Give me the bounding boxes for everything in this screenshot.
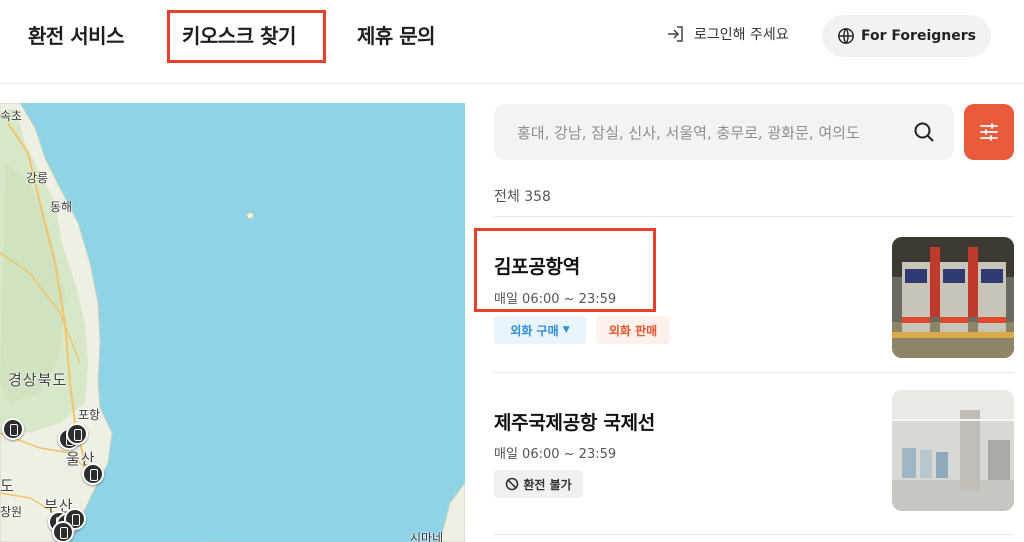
kiosk-photo-image	[892, 390, 1014, 511]
nav-partnership[interactable]: 제휴 문의	[357, 20, 436, 49]
map-label-do: 도	[0, 477, 15, 495]
map-label-gangneung: 강릉	[26, 171, 49, 185]
globe-icon	[838, 28, 854, 44]
tag-unavailable-label: 환전 불가	[523, 477, 572, 492]
filter-sliders-icon	[980, 123, 998, 141]
tag-buy-label: 외화 구매	[510, 323, 559, 338]
list-divider	[494, 534, 1014, 535]
search-icon[interactable]	[912, 120, 936, 144]
map-label-pohang: 포항	[78, 408, 101, 422]
tag-buy-foreign[interactable]: 외화 구매 ▼	[494, 316, 586, 344]
list-divider	[494, 372, 1014, 373]
map-land	[0, 103, 465, 542]
map-label-shimane: 시마네	[410, 531, 444, 542]
caret-down-icon: ▼	[562, 325, 570, 335]
filter-button[interactable]	[964, 104, 1014, 160]
login-icon	[668, 26, 683, 42]
kiosk-photo[interactable]	[892, 390, 1014, 511]
login-link[interactable]: 로그인해 주세요	[666, 24, 789, 44]
kiosk-pin[interactable]	[66, 423, 88, 445]
kiosk-photo[interactable]	[892, 237, 1014, 358]
map-label-donghae: 동해	[50, 200, 73, 214]
card-highlight-box	[474, 228, 656, 312]
tag-sell-foreign: 외화 판매	[596, 316, 670, 344]
nav-exchange-service[interactable]: 환전 서비스	[28, 20, 124, 49]
map-label-sokcho: 속초	[0, 109, 23, 123]
tag-sell-label: 외화 판매	[608, 323, 658, 338]
kiosk-title[interactable]: 제주국제공항 국제선	[494, 408, 655, 435]
list-divider	[494, 216, 1014, 217]
login-label: 로그인해 주세요	[694, 27, 789, 43]
map-label-gyeongbuk: 경상북도	[8, 371, 68, 389]
kiosk-pin[interactable]	[52, 521, 74, 542]
kiosk-pin[interactable]	[2, 418, 24, 440]
kiosk-map[interactable]: 속초 강릉 동해 경상북도 포항 울산 도 부산 창원 시마네	[0, 103, 465, 542]
search-placeholder: 홍대, 강남, 잠실, 신사, 서울역, 충무로, 광화문, 여의도	[517, 124, 860, 142]
for-foreigners-button[interactable]: For Foreigners	[822, 15, 991, 57]
tag-unavailable: 환전 불가	[494, 470, 583, 498]
for-foreigners-label: For Foreigners	[861, 28, 976, 44]
kiosk-pin[interactable]	[82, 463, 104, 485]
result-count: 전체 358	[494, 189, 551, 205]
kiosk-hours: 매일 06:00 ~ 23:59	[494, 447, 617, 462]
prohibited-icon	[506, 477, 519, 491]
search-input[interactable]: 홍대, 강남, 잠실, 신사, 서울역, 충무로, 광화문, 여의도	[494, 104, 954, 160]
nav-highlight-box	[167, 10, 326, 63]
map-label-changwon: 창원	[0, 505, 23, 519]
kiosk-photo-image	[892, 237, 1014, 358]
top-header: 환전 서비스 키오스크 찾기 제휴 문의 로그인해 주세요 For Foreig…	[0, 0, 1024, 84]
